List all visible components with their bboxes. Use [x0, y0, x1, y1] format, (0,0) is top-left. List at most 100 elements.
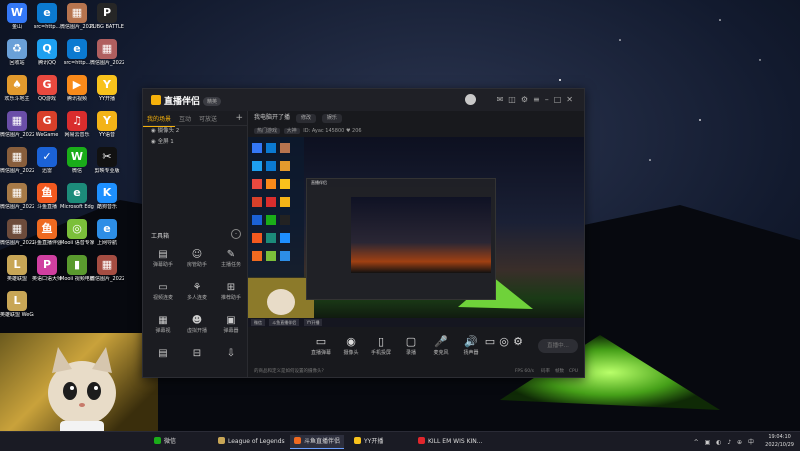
- control-icon: ◉: [346, 335, 356, 348]
- taskbar-app[interactable]: 微信: [150, 435, 180, 448]
- desktop-icon-label: PUBG BATTLEGR...: [90, 24, 124, 30]
- desktop-icon[interactable]: G QQ游戏: [30, 74, 64, 114]
- scene-item[interactable]: ◉ 全屏 1: [143, 137, 247, 148]
- status-bar: 的商品和定义是如何设置的摄像头? FPS 60/s 码率 帧数 CPU: [248, 367, 584, 377]
- settings-icon[interactable]: ⚙: [512, 335, 524, 349]
- desktop-icon[interactable]: ▦微信图片_2022101...: [0, 146, 34, 186]
- toolbox-collapse-icon[interactable]: –: [231, 229, 241, 239]
- cloud-icon[interactable]: ◎: [498, 335, 510, 349]
- maximize-button[interactable]: □: [554, 95, 567, 104]
- room-fans: 206: [352, 128, 362, 134]
- system-tray[interactable]: ^ ▣ ◐ ♪ ⊕ 中: [694, 437, 756, 446]
- desktop-icon[interactable]: e src=http...: [60, 38, 94, 78]
- stream-control-button[interactable]: ◉ 摄像头: [336, 335, 366, 356]
- desktop-icon[interactable]: ▦微信图片_2022101...: [60, 2, 94, 42]
- stream-control-button[interactable]: 🔊 扬声器: [456, 335, 486, 356]
- desktop-icon[interactable]: W 金山: [0, 2, 34, 42]
- toolbox-item[interactable]: ⇩: [215, 348, 247, 374]
- desktop-icon[interactable]: W 微信: [60, 146, 94, 186]
- left-tab[interactable]: 互动: [175, 111, 195, 126]
- desktop-icon[interactable]: ▮Mooii 视频电脑播 1.17: [60, 254, 94, 294]
- stream-control-button[interactable]: ▭ 直播弹幕: [306, 335, 336, 356]
- toolbox-item[interactable]: ☻ 虚拟开播: [181, 315, 213, 341]
- message-icon[interactable]: ✉: [497, 95, 509, 104]
- app-icon: W: [7, 3, 27, 23]
- toolbox-item[interactable]: ✎ 主播任务: [215, 249, 247, 275]
- toolbox-item[interactable]: ⚘ 多人连麦: [181, 282, 213, 308]
- desktop-icon[interactable]: ▦微信图片_2022101...: [0, 182, 34, 222]
- desktop-icon-label: 剪映专业版: [94, 168, 120, 174]
- desktop-icon[interactable]: L英雄联盟 WeGame版: [0, 290, 34, 330]
- desktop-icon[interactable]: ♻ 回收站: [0, 38, 34, 78]
- desktop-icon[interactable]: 鱼斗鱼直播伴侣: [30, 218, 64, 258]
- toolbox-item[interactable]: ⊟: [181, 348, 213, 374]
- stream-control-button[interactable]: ▯ 手机投屏: [366, 335, 396, 356]
- minimize-button[interactable]: –: [545, 95, 554, 104]
- taskbar-app[interactable]: KILL EM WIS KIN...: [414, 435, 487, 448]
- desktop-icon[interactable]: 鱼斗鱼直播: [30, 182, 64, 222]
- toolbox-item[interactable]: ⊞ 推荐助手: [215, 282, 247, 308]
- add-scene-icon[interactable]: +: [235, 113, 243, 123]
- desktop-icon[interactable]: ▶ 腾讯视频: [60, 74, 94, 114]
- skin-icon[interactable]: ◫: [508, 95, 521, 104]
- right-panel: 我电脑开了播 修改 娱乐 热门游戏 大神 ID: Ayac 145800 ♥ 2…: [248, 111, 584, 377]
- desktop-icon[interactable]: L 英雄联盟: [0, 254, 34, 294]
- toolbox-item[interactable]: ▤: [147, 348, 179, 374]
- desktop-icon[interactable]: P 英语口语大师: [30, 254, 64, 294]
- status-fps: FPS 60/s: [514, 369, 534, 374]
- toolbox-item[interactable]: ▭ 视频连麦: [147, 282, 179, 308]
- desktop-icon[interactable]: K 酷狗音乐: [90, 182, 124, 222]
- close-button[interactable]: ✕: [566, 95, 578, 104]
- app-icon: e: [67, 183, 87, 203]
- desktop-icon-label: WeGame: [35, 132, 59, 138]
- status-hint[interactable]: 的商品和定义是如何设置的摄像头?: [254, 369, 324, 374]
- taskbar-clock[interactable]: 19:04:10 2022/10/29: [765, 433, 794, 449]
- desktop-icon[interactable]: ▦微信图片_2022101...: [90, 254, 124, 294]
- go-live-button[interactable]: 直播中...: [538, 339, 578, 353]
- desktop-icon[interactable]: ♠ 欢乐斗地主: [0, 74, 34, 114]
- taskbar-app[interactable]: League of Legends: [214, 435, 289, 448]
- desktop-icon-label: YY语音: [98, 132, 116, 138]
- app-icon: L: [7, 255, 27, 275]
- desktop-icon-label: 上网导航: [96, 240, 117, 246]
- desktop-icon[interactable]: ▦微信图片_2022101...: [90, 38, 124, 78]
- user-avatar[interactable]: [465, 94, 476, 105]
- desktop-icon[interactable]: Y YY语音: [90, 110, 124, 150]
- left-tab[interactable]: 我的场景: [143, 111, 176, 127]
- record-icon[interactable]: ▭: [484, 335, 496, 349]
- desktop-icon[interactable]: ▦微信图片_2022101...: [0, 110, 34, 150]
- scene-item[interactable]: ◉ 摄像头 2: [143, 126, 247, 137]
- desktop-icon[interactable]: ✓ 迅雷: [30, 146, 64, 186]
- version-badge[interactable]: 精英: [203, 97, 222, 106]
- tool-icon: ▤: [158, 249, 168, 260]
- left-tab[interactable]: 可放送: [195, 111, 221, 126]
- desktop-icon[interactable]: ▦微信图片_2022101...: [0, 218, 34, 258]
- toolbox-item[interactable]: ▣ 弹幕器: [215, 315, 247, 341]
- room-category-pill[interactable]: 娱乐: [321, 114, 342, 123]
- taskbar-app[interactable]: 斗鱼直播伴侣: [290, 435, 345, 449]
- stream-control-button[interactable]: ▢ 录播: [396, 335, 426, 356]
- desktop-icon[interactable]: Y YY开播: [90, 74, 124, 114]
- desktop-icon-label: 迅雷: [41, 168, 52, 174]
- desktop-icon[interactable]: PPUBG BATTLEGR...: [90, 2, 124, 42]
- desktop-icon[interactable]: ♫ 网易云音乐: [60, 110, 94, 150]
- room-edit-pill[interactable]: 修改: [295, 114, 316, 123]
- desktop-icon[interactable]: ◎Mooii 语音专家 1.43: [60, 218, 94, 258]
- desktop-icon[interactable]: e Microsoft Edge: [60, 182, 94, 222]
- desktop-icon[interactable]: ✂ 剪映专业版: [90, 146, 124, 186]
- settings-icon[interactable]: ⚙: [521, 95, 533, 104]
- stream-control-button[interactable]: 🎤 麦克风: [426, 335, 456, 356]
- desktop-icon[interactable]: e 上网导航: [90, 218, 124, 258]
- desktop-icon-label: 金山: [11, 24, 22, 30]
- toolbox-item[interactable]: ▤ 弹幕助手: [147, 249, 179, 275]
- desktop-icon[interactable]: G WeGame: [30, 110, 64, 150]
- toolbox-item[interactable]: ▦ 弹幕视: [147, 315, 179, 341]
- stream-preview[interactable]: 直播伴侣 微信 斗鱼直播伴侣 YY开播: [248, 137, 584, 327]
- desktop-icon[interactable]: Q 腾讯QQ: [30, 38, 64, 78]
- desktop-icon[interactable]: e src=http...: [30, 2, 64, 42]
- toolbox-item[interactable]: ☺ 房管助手: [181, 249, 213, 275]
- taskbar-app[interactable]: YY开播: [350, 435, 387, 448]
- app-icon: e: [97, 219, 117, 239]
- menu-icon[interactable]: ≡: [533, 95, 545, 104]
- fans-icon: ♥: [345, 128, 351, 134]
